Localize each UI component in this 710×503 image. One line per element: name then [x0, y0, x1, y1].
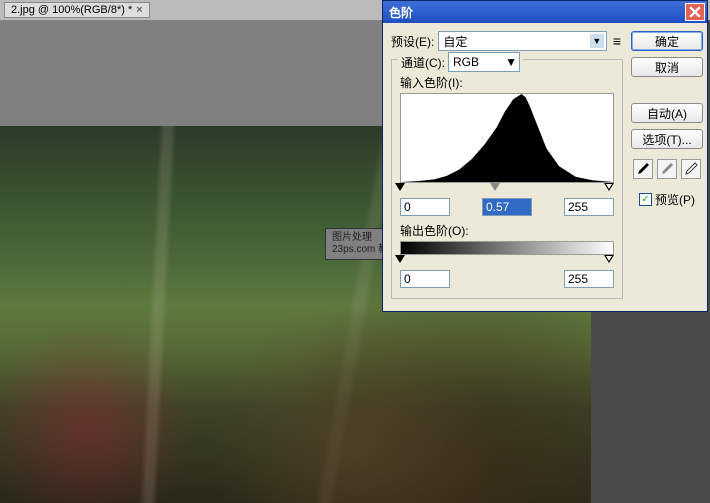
white-point-slider[interactable]: [604, 183, 614, 191]
output-slider-track: [400, 256, 614, 266]
channel-select[interactable]: RGB ▼: [448, 52, 520, 72]
cancel-button[interactable]: 取消: [631, 57, 703, 77]
close-tab-icon[interactable]: ×: [136, 4, 142, 16]
chevron-down-icon: ▼: [505, 55, 517, 69]
input-slider-track: [400, 184, 614, 194]
input-white-field[interactable]: [564, 198, 614, 216]
preview-checkbox[interactable]: ✓: [639, 193, 652, 206]
gamma-slider[interactable]: [490, 183, 500, 191]
document-tab[interactable]: 2.jpg @ 100%(RGB/8*) * ×: [4, 2, 150, 18]
output-gradient: [400, 241, 614, 255]
ok-button[interactable]: 确定: [631, 31, 703, 51]
output-white-field[interactable]: [564, 270, 614, 288]
histogram-chart: [400, 93, 614, 183]
dialog-titlebar[interactable]: 色阶: [383, 1, 707, 23]
watermark-line: 23ps.com: [332, 244, 375, 255]
preset-label: 预设(E):: [391, 33, 434, 50]
chevron-down-icon: ▼: [590, 34, 604, 48]
output-black-slider[interactable]: [395, 255, 405, 263]
output-black-field[interactable]: [400, 270, 450, 288]
input-black-field[interactable]: [400, 198, 450, 216]
document-tab-title: 2.jpg @ 100%(RGB/8*) *: [11, 4, 132, 16]
check-icon: ✓: [641, 194, 649, 205]
channel-label: 通道(C):: [401, 54, 445, 71]
black-point-slider[interactable]: [395, 183, 405, 191]
output-levels-label: 输出色阶(O):: [400, 222, 614, 239]
preset-value: 自定: [443, 33, 467, 50]
input-gamma-field[interactable]: [482, 198, 532, 216]
gray-eyedropper-icon[interactable]: [657, 159, 677, 179]
black-eyedropper-icon[interactable]: [633, 159, 653, 179]
input-levels-label: 输入色阶(I):: [400, 74, 614, 91]
white-eyedropper-icon[interactable]: [681, 159, 701, 179]
channel-groupbox: 通道(C): RGB ▼ 输入色阶(I):: [391, 59, 623, 299]
dialog-title: 色阶: [389, 4, 413, 21]
eyedropper-group: [633, 159, 701, 179]
preview-label: 预览(P): [655, 191, 695, 208]
levels-dialog: 色阶 预设(E): 自定 ▼ ≡ 通道(C): RGB ▼: [382, 0, 708, 312]
close-icon[interactable]: [685, 3, 705, 21]
preset-select[interactable]: 自定 ▼: [438, 31, 606, 51]
channel-value: RGB: [453, 55, 479, 69]
options-button[interactable]: 选项(T)...: [631, 129, 703, 149]
preset-menu-icon[interactable]: ≡: [611, 33, 623, 49]
auto-button[interactable]: 自动(A): [631, 103, 703, 123]
output-white-slider[interactable]: [604, 255, 614, 263]
